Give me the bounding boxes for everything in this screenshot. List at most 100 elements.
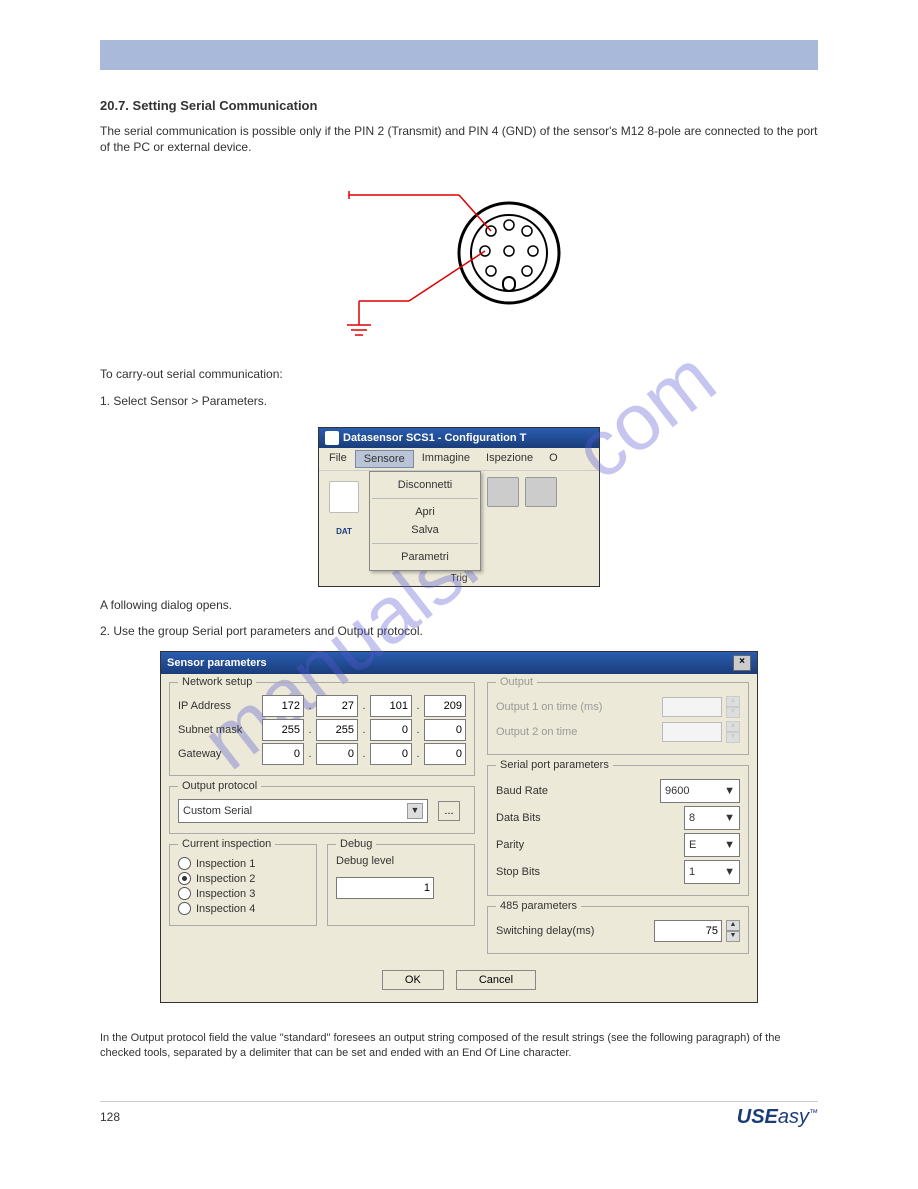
protocol-settings-button[interactable]: ... bbox=[438, 801, 460, 821]
close-icon[interactable]: × bbox=[733, 655, 751, 671]
toolbar-button-1[interactable] bbox=[487, 477, 519, 507]
menu-item-save[interactable]: Salva bbox=[370, 521, 480, 539]
ip-field-4[interactable] bbox=[424, 695, 466, 717]
step3-text: 2. Use the group Serial port parameters … bbox=[100, 623, 818, 639]
subnet-field-1[interactable] bbox=[262, 719, 304, 741]
subnet-field-3[interactable] bbox=[370, 719, 412, 741]
dialog-titlebar: Sensor parameters × bbox=[161, 652, 757, 674]
page-footer: 128 USEasy™ bbox=[100, 1101, 818, 1129]
titlebar-text: Datasensor SCS1 - Configuration T bbox=[343, 432, 526, 444]
section-title: 20.7. Setting Serial Communication bbox=[100, 98, 818, 113]
current-legend: Current inspection bbox=[178, 838, 275, 850]
sensor-parameters-dialog: Sensor parameters × Network setup IP Add… bbox=[160, 651, 758, 1003]
step1-text: 1. Select Sensor > Parameters. bbox=[100, 393, 818, 409]
parity-select[interactable]: E▼ bbox=[684, 833, 740, 857]
output1-input bbox=[662, 697, 722, 717]
menu-immagine[interactable]: Immagine bbox=[414, 450, 478, 468]
subnet-label: Subnet mask bbox=[178, 724, 258, 736]
output-protocol-group: Output protocol Custom Serial ▼ ... bbox=[169, 786, 475, 834]
subnet-field-4[interactable] bbox=[424, 719, 466, 741]
connector-diagram bbox=[100, 173, 818, 356]
gateway-field-4[interactable] bbox=[424, 743, 466, 765]
serial-port-group: Serial port parameters Baud Rate 9600▼ D… bbox=[487, 765, 749, 896]
baud-select[interactable]: 9600▼ bbox=[660, 779, 740, 803]
dropdown-panel: Disconnetti Apri Salva Parametri bbox=[369, 471, 481, 571]
footer-logo: USEasy™ bbox=[737, 1106, 818, 1129]
protocol-select[interactable]: Custom Serial ▼ bbox=[178, 799, 428, 823]
menubar: File Sensore Immagine Ispezione O bbox=[319, 448, 599, 471]
output1-label: Output 1 on time (ms) bbox=[496, 701, 658, 713]
stopbits-label: Stop Bits bbox=[496, 866, 680, 878]
gateway-field-1[interactable] bbox=[262, 743, 304, 765]
menu-file[interactable]: File bbox=[321, 450, 355, 468]
section-paragraph: The serial communication is possible onl… bbox=[100, 123, 818, 155]
485-legend: 485 parameters bbox=[496, 900, 581, 912]
gateway-field-3[interactable] bbox=[370, 743, 412, 765]
menu-options[interactable]: O bbox=[541, 450, 566, 468]
gateway-field-2[interactable] bbox=[316, 743, 358, 765]
menu-sensore[interactable]: Sensore bbox=[355, 450, 414, 468]
step2-text: A following dialog opens. bbox=[100, 597, 818, 613]
output-group: Output Output 1 on time (ms) ▲▼ Output 2… bbox=[487, 682, 749, 755]
chevron-down-icon: ▼ bbox=[724, 812, 735, 824]
serial-legend: Serial port parameters bbox=[496, 759, 613, 771]
databits-label: Data Bits bbox=[496, 812, 680, 824]
protocol-value: Custom Serial bbox=[183, 805, 252, 817]
subnet-field-2[interactable] bbox=[316, 719, 358, 741]
inspection-1-radio[interactable]: Inspection 1 bbox=[178, 857, 308, 870]
debug-legend: Debug bbox=[336, 838, 376, 850]
ip-field-3[interactable] bbox=[370, 695, 412, 717]
baud-label: Baud Rate bbox=[496, 785, 656, 797]
menu-item-open[interactable]: Apri bbox=[370, 503, 480, 521]
page-number: 128 bbox=[100, 1110, 120, 1124]
network-legend: Network setup bbox=[178, 676, 256, 688]
inspection-2-radio[interactable]: Inspection 2 bbox=[178, 872, 308, 885]
inspection-3-radio[interactable]: Inspection 3 bbox=[178, 887, 308, 900]
protocol-legend: Output protocol bbox=[178, 780, 261, 792]
menu-item-disconnect[interactable]: Disconnetti bbox=[370, 476, 480, 494]
chevron-down-icon: ▼ bbox=[407, 803, 423, 819]
toolbar-button-2[interactable] bbox=[525, 477, 557, 507]
485-parameters-group: 485 parameters Switching delay(ms) ▲▼ bbox=[487, 906, 749, 954]
inspection-4-radio[interactable]: Inspection 4 bbox=[178, 902, 308, 915]
menu-item-params[interactable]: Parametri bbox=[370, 548, 480, 566]
debug-level-input[interactable] bbox=[336, 877, 434, 899]
cancel-button[interactable]: Cancel bbox=[456, 970, 536, 990]
debug-group: Debug Debug level bbox=[327, 844, 475, 926]
status-text: Trig bbox=[319, 571, 599, 586]
menu-ispezione[interactable]: Ispezione bbox=[478, 450, 541, 468]
databits-select[interactable]: 8▼ bbox=[684, 806, 740, 830]
footnote-text: In the Output protocol field the value "… bbox=[100, 1031, 818, 1061]
parity-label: Parity bbox=[496, 839, 680, 851]
output-legend: Output bbox=[496, 676, 537, 688]
chevron-down-icon: ▼ bbox=[724, 839, 735, 851]
output2-spinner: ▲▼ bbox=[726, 721, 740, 743]
network-setup-group: Network setup IP Address . . . Subnet ma… bbox=[169, 682, 475, 776]
chevron-down-icon: ▼ bbox=[724, 785, 735, 797]
switching-delay-spinner[interactable]: ▲▼ bbox=[726, 920, 740, 942]
output2-input bbox=[662, 722, 722, 742]
gateway-label: Gateway bbox=[178, 748, 258, 760]
dialog-title-text: Sensor parameters bbox=[167, 657, 267, 669]
debug-label: Debug level bbox=[336, 855, 466, 867]
header-bar bbox=[100, 40, 818, 70]
newdoc-icon[interactable] bbox=[329, 481, 359, 513]
ip-field-2[interactable] bbox=[316, 695, 358, 717]
toolbar-left: DAT bbox=[319, 471, 370, 571]
output1-spinner: ▲▼ bbox=[726, 696, 740, 718]
toolbar-right bbox=[481, 471, 599, 571]
switching-delay-label: Switching delay(ms) bbox=[496, 925, 650, 937]
app-icon bbox=[325, 431, 339, 445]
ok-button[interactable]: OK bbox=[382, 970, 444, 990]
switching-delay-input[interactable] bbox=[654, 920, 722, 942]
ip-field-1[interactable] bbox=[262, 695, 304, 717]
output2-label: Output 2 on time bbox=[496, 726, 658, 738]
menu-screenshot: Datasensor SCS1 - Configuration T File S… bbox=[318, 427, 600, 587]
logo-text: DAT bbox=[321, 527, 367, 536]
ip-label: IP Address bbox=[178, 700, 258, 712]
stopbits-select[interactable]: 1▼ bbox=[684, 860, 740, 884]
titlebar: Datasensor SCS1 - Configuration T bbox=[319, 428, 599, 448]
intro-text: To carry-out serial communication: bbox=[100, 366, 818, 382]
chevron-down-icon: ▼ bbox=[724, 866, 735, 878]
current-inspection-group: Current inspection Inspection 1 Inspecti… bbox=[169, 844, 317, 926]
